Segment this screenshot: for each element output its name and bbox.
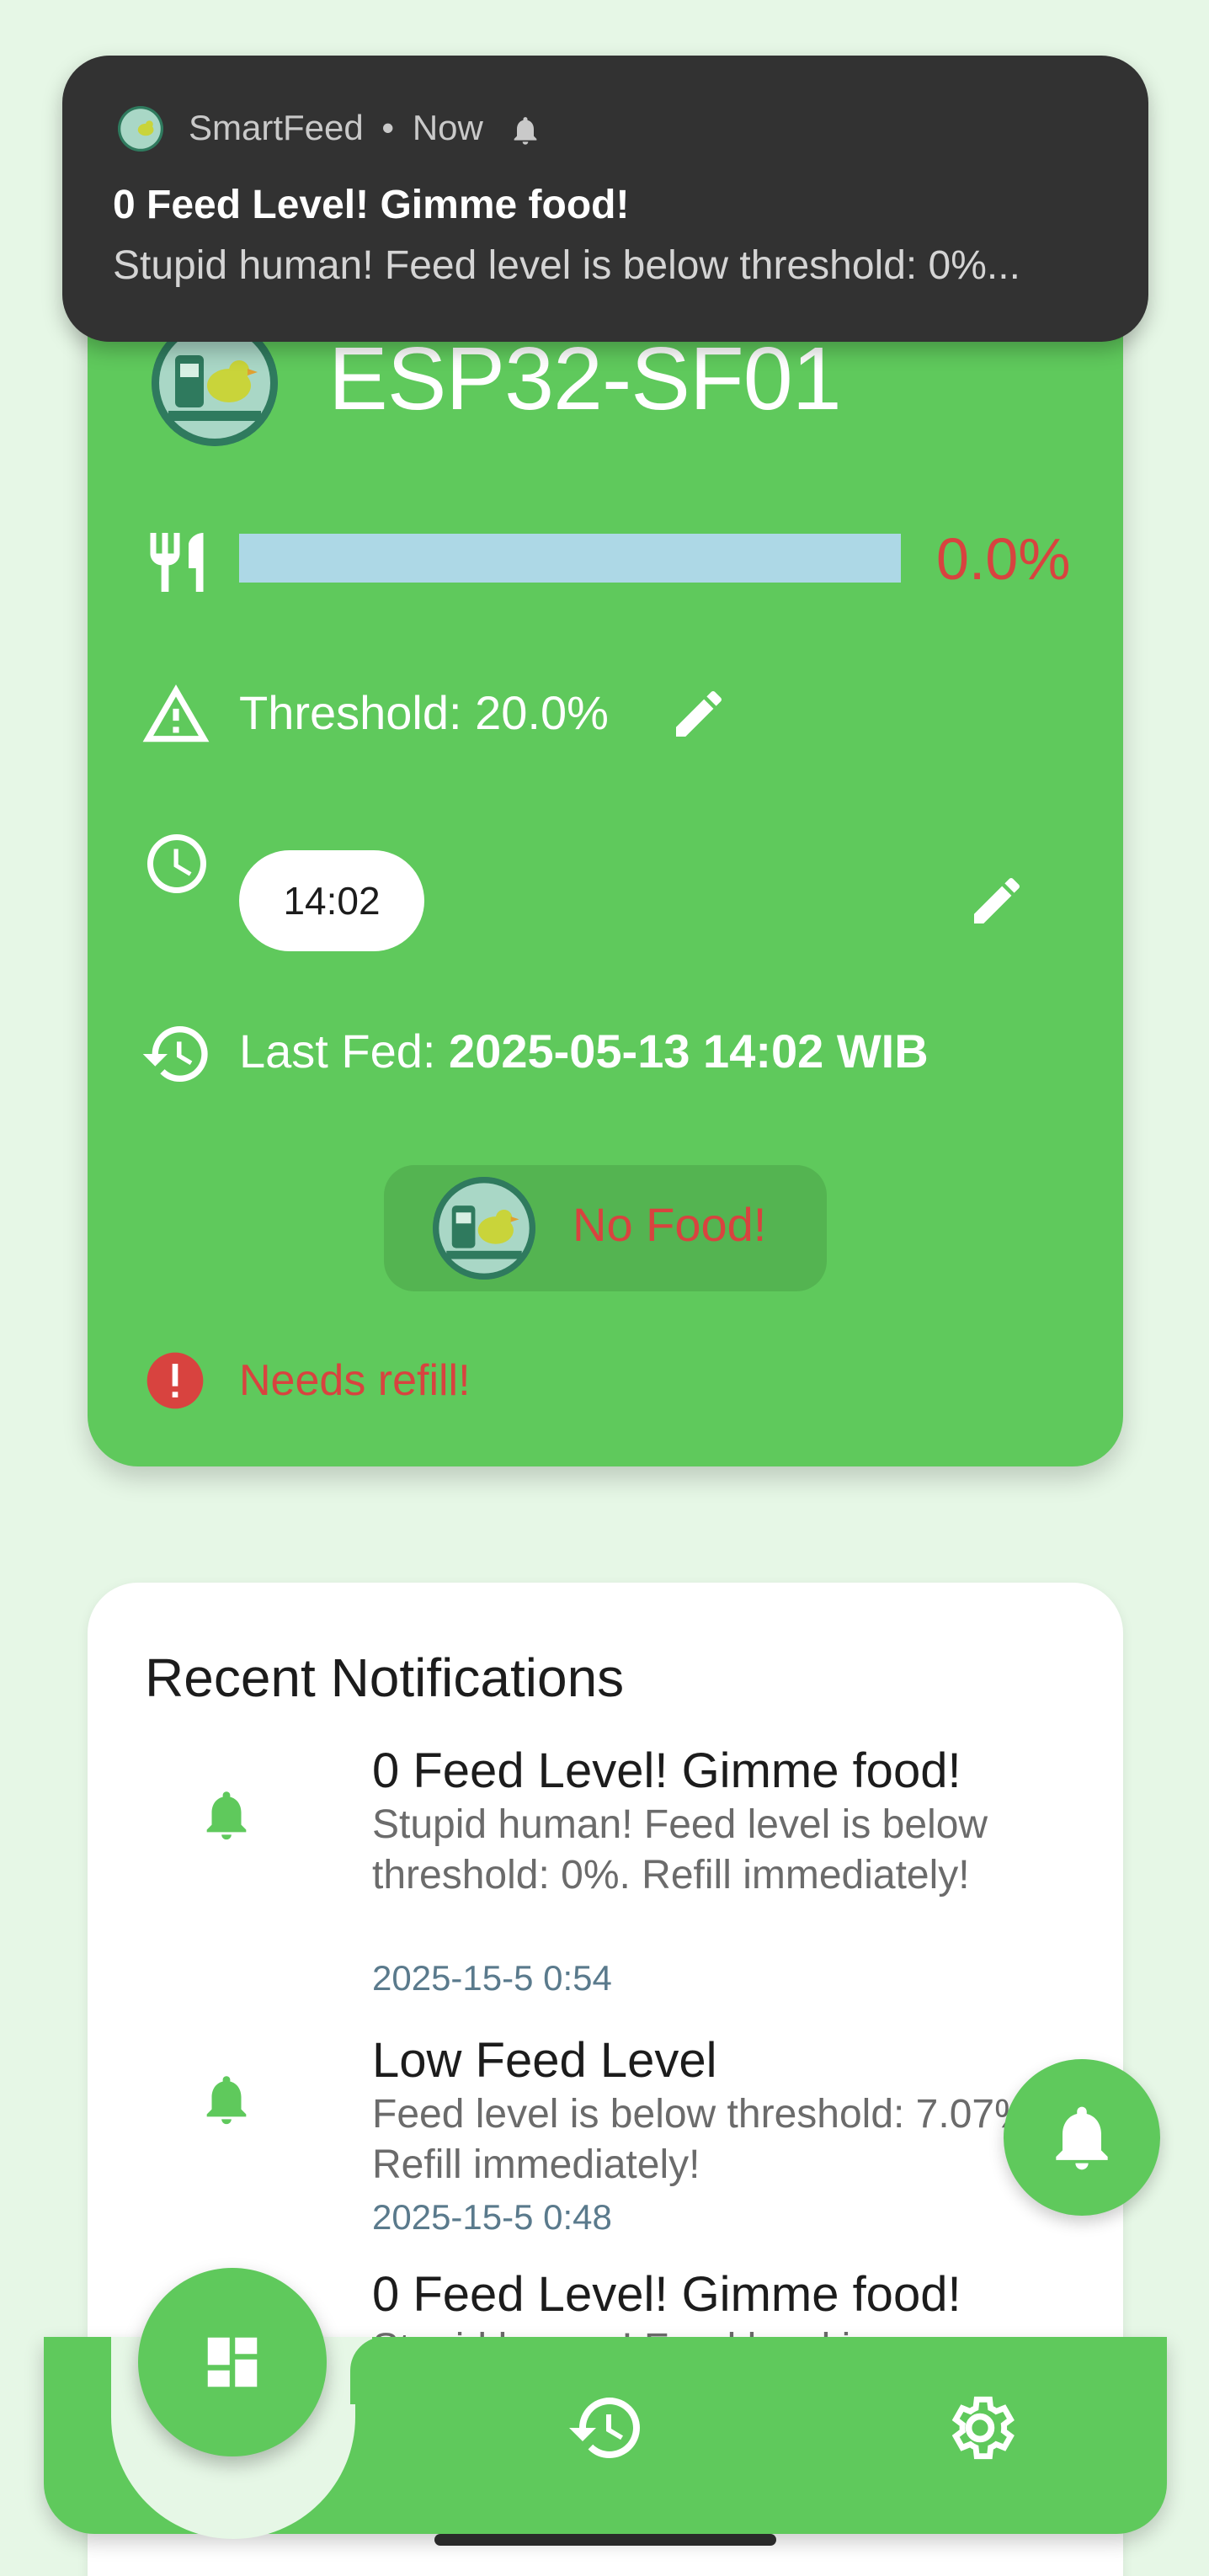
clock-icon (147, 834, 206, 893)
toast-meta: SmartFeed • Now (189, 108, 542, 148)
notification-title: 0 Feed Level! Gimme food! (372, 1743, 961, 1798)
home-indicator (434, 2534, 776, 2546)
notification-body: Stupid human! Feed level is below thresh… (372, 1802, 988, 1897)
bell-icon (206, 1791, 247, 1840)
bell-icon (206, 2076, 247, 2125)
last-fed-label: Last Fed: (239, 1025, 450, 1078)
warning-icon (142, 684, 210, 742)
error-icon (146, 1352, 204, 1409)
toast-time: Now (412, 108, 483, 147)
history-icon (142, 1026, 208, 1082)
last-fed-value: 2025-05-13 14:02 WIB (449, 1025, 929, 1078)
nav-dashboard-button[interactable] (138, 2268, 327, 2456)
nav-notch-left (44, 2337, 111, 2404)
feed-level-bar (239, 534, 901, 583)
schedule-time-chip[interactable]: 14:02 (239, 850, 424, 951)
notification-body: Feed level is below threshold: 7.07%. Re… (372, 2092, 1042, 2187)
feed-now-button[interactable]: No Food! (384, 1165, 827, 1291)
last-fed: Last Fed: 2025-05-13 14:02 WIB (239, 1024, 929, 1078)
device-name: ESP32-SF01 (328, 329, 842, 428)
notification-toast[interactable]: SmartFeed • Now 0 Feed Level! Gimme food… (62, 56, 1148, 342)
fork-knife-icon (150, 533, 204, 592)
alarm-bell-icon (514, 117, 536, 145)
toast-separator: • (381, 108, 395, 147)
app-icon (118, 106, 163, 152)
nav-history-icon[interactable] (566, 2387, 647, 2468)
refill-alert-text: Needs refill! (239, 1356, 471, 1405)
notification-time: 2025-15-5 0:48 (372, 2197, 612, 2237)
status-button-label: No Food! (573, 1198, 767, 1251)
notification-time: 2025-15-5 0:54 (372, 1958, 612, 1998)
threshold-label: Threshold: 20.0% (239, 686, 609, 739)
notifications-fab[interactable] (1004, 2059, 1160, 2216)
feeder-icon (433, 1177, 535, 1280)
recent-notifications-heading: Recent Notifications (145, 1647, 625, 1708)
toast-title: 0 Feed Level! Gimme food! (113, 183, 630, 227)
notification-title: Low Feed Level (372, 2033, 717, 2088)
edit-threshold-icon[interactable] (668, 684, 729, 744)
toast-body: Stupid human! Feed level is below thresh… (113, 243, 1020, 288)
notification-title: 0 Feed Level! Gimme food! (372, 2267, 961, 2322)
edit-schedule-icon[interactable] (967, 870, 1027, 931)
feed-level-percent: 0.0% (936, 526, 1071, 592)
nav-settings-icon[interactable] (941, 2389, 1019, 2467)
bell-icon (1056, 2106, 1108, 2170)
dashboard-icon (207, 2337, 258, 2387)
toast-app-name: SmartFeed (189, 108, 364, 147)
